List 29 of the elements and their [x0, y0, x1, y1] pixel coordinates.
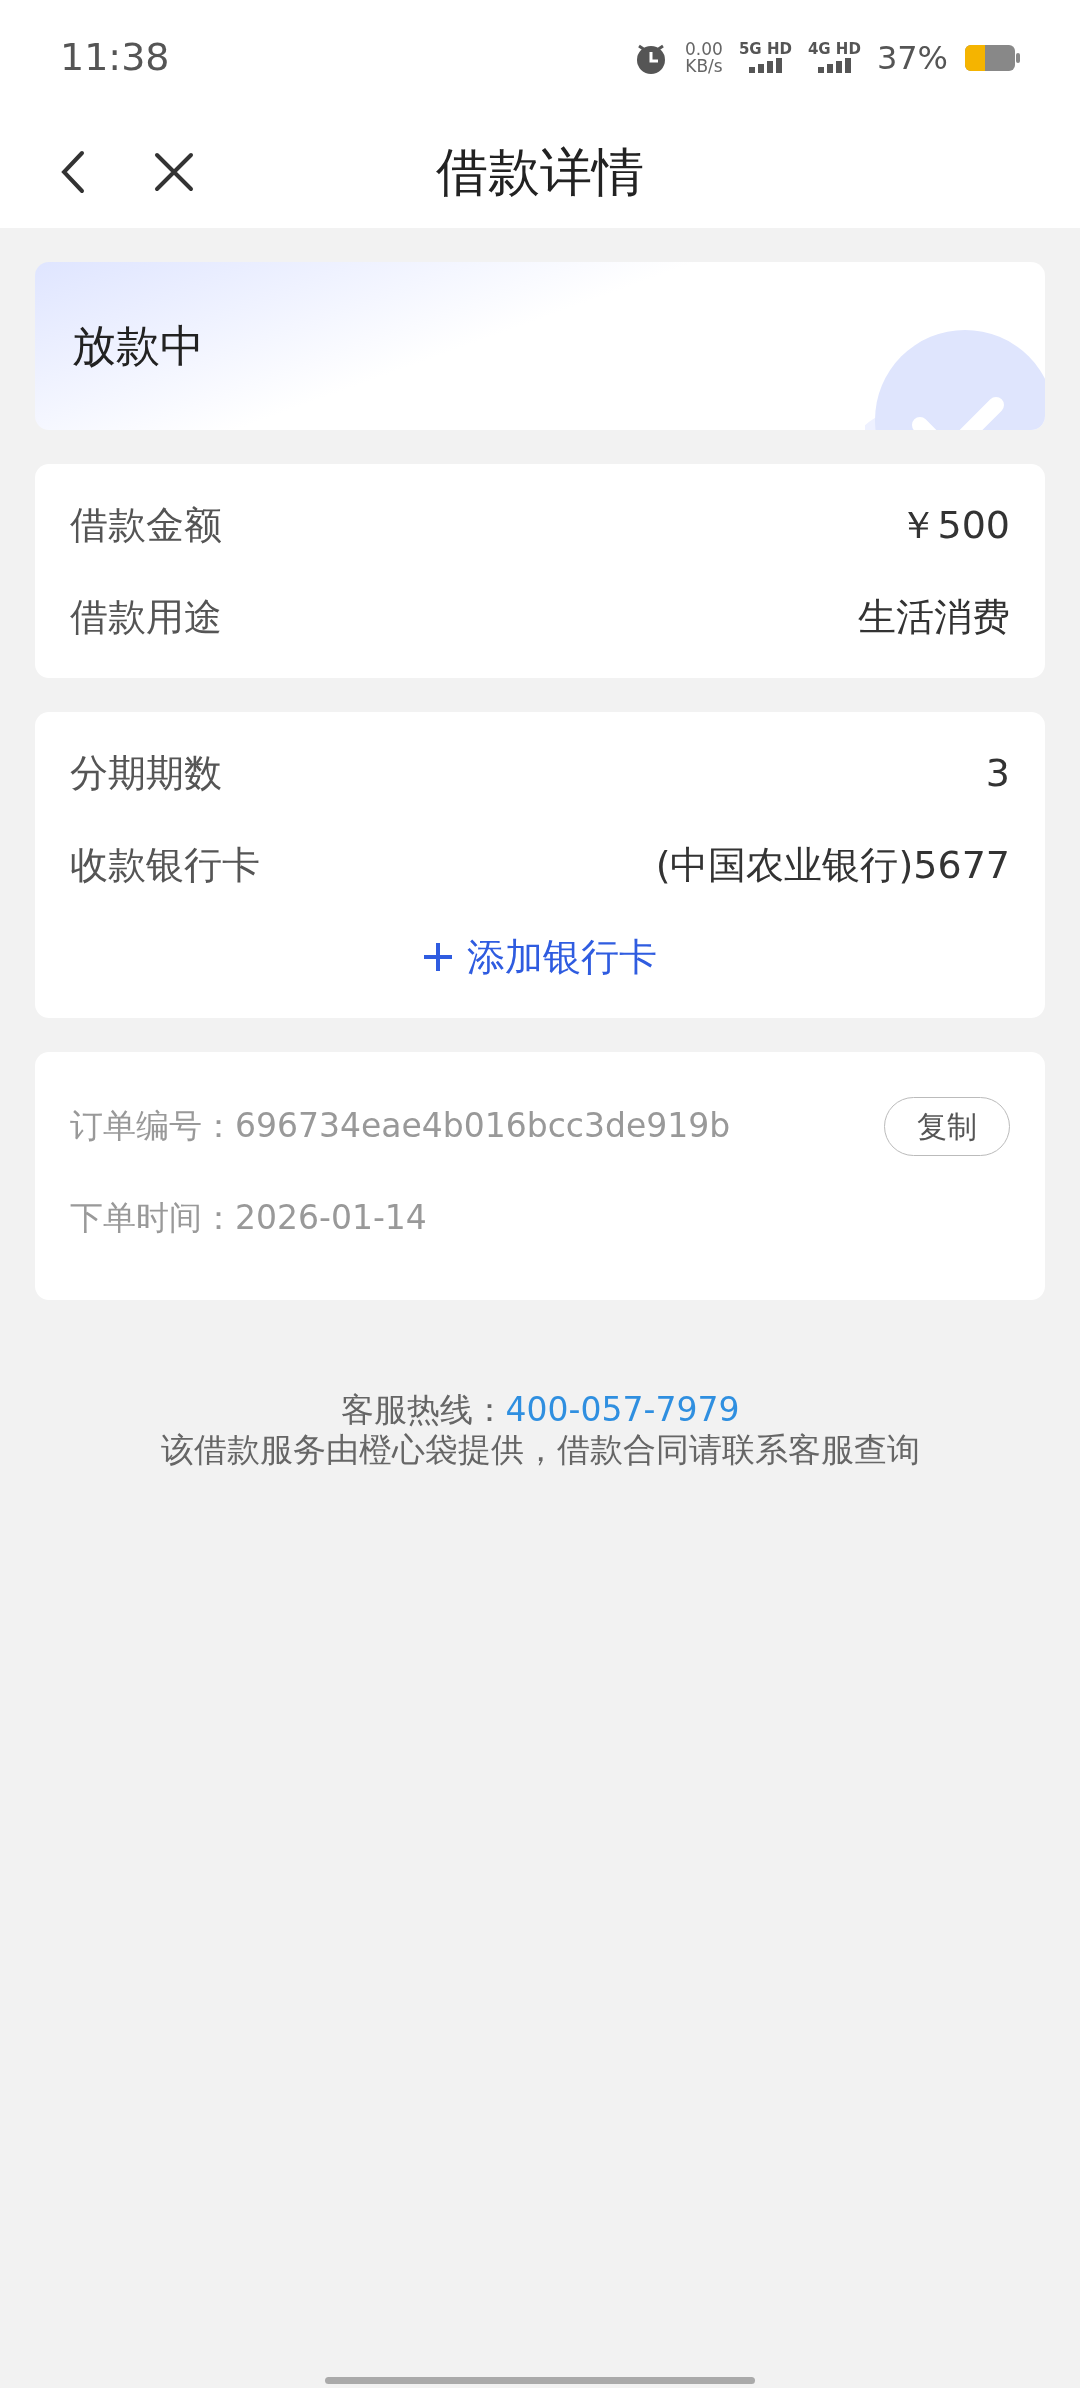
- network-type: 4G HD: [807, 42, 861, 57]
- battery-percent: 37%: [876, 37, 948, 79]
- status-text: 放款中: [72, 319, 204, 373]
- order-field: 下单时间：2026-01-14: [70, 1193, 427, 1243]
- service-note: 该借款服务由橙心袋提供，借款合同请联系客服查询: [159, 1430, 921, 1470]
- network-type: 5G HD: [738, 42, 792, 57]
- hotline-label: 客服热线：: [340, 1390, 506, 1429]
- field-label: 借款用途: [70, 593, 222, 641]
- order-field: 订单编号：696734eae4b016bcc3de919b: [70, 1101, 731, 1151]
- field-value: ￥500: [899, 501, 1010, 549]
- copy-button[interactable]: 复制: [884, 1096, 1010, 1156]
- field-label: 借款金额: [70, 501, 222, 549]
- back-button[interactable]: [60, 149, 86, 194]
- speed-unit: KB/s: [685, 57, 723, 75]
- field-value: (中国农业银行)5677: [655, 841, 1010, 889]
- network-speed: 0.00: [685, 40, 723, 58]
- plus-icon: [423, 942, 453, 972]
- field-value: 3: [985, 749, 1010, 797]
- back-icon: [60, 149, 86, 194]
- clock-time: 11:38: [60, 34, 170, 81]
- battery-icon: [964, 42, 1020, 73]
- field-label: 分期期数: [70, 749, 222, 797]
- close-button[interactable]: [154, 151, 194, 192]
- field-value: 生活消费: [858, 593, 1010, 641]
- page-title: 借款详情: [436, 140, 644, 204]
- close-icon: [154, 151, 194, 192]
- field-label: 收款银行卡: [70, 841, 260, 889]
- add-bank-card-button[interactable]: 添加银行卡: [423, 928, 657, 986]
- phone-link[interactable]: 400-057-7979: [505, 1390, 740, 1429]
